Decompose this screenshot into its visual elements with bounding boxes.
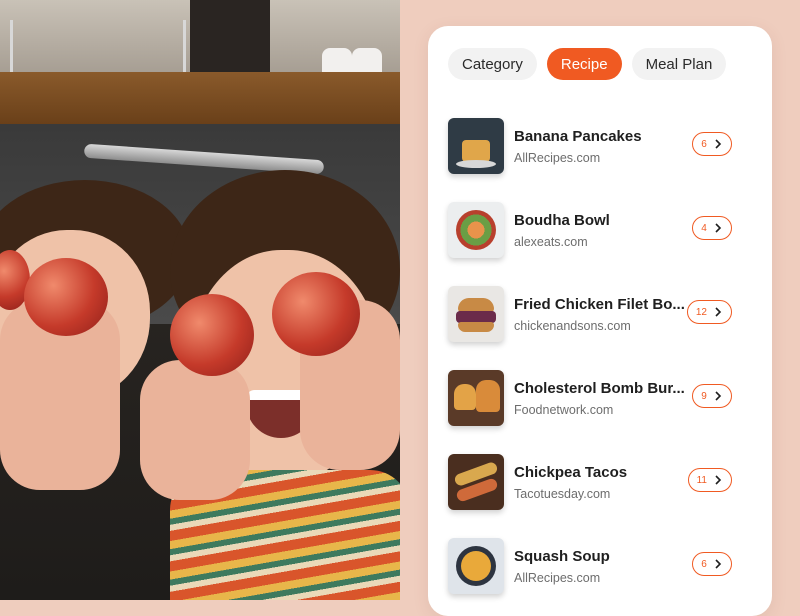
chevron-right-icon bbox=[715, 139, 721, 149]
recipe-thumbnail bbox=[448, 454, 504, 510]
recipe-title: Boudha Bowl bbox=[514, 211, 610, 229]
recipe-row-fried-chicken[interactable]: Fried Chicken Filet Bo... chickenandsons… bbox=[448, 272, 752, 356]
recipe-title: Fried Chicken Filet Bo... bbox=[514, 295, 685, 313]
peach bbox=[24, 258, 108, 336]
recipe-count: 6 bbox=[701, 558, 707, 570]
recipe-source: alexeats.com bbox=[514, 234, 588, 249]
recipe-source: Foodnetwork.com bbox=[514, 402, 614, 417]
recipe-title: Cholesterol Bomb Bur... bbox=[514, 379, 685, 397]
recipe-source: AllRecipes.com bbox=[514, 570, 601, 585]
chevron-right-icon bbox=[715, 391, 721, 401]
recipe-count: 6 bbox=[701, 138, 707, 150]
recipe-card: Category Recipe Meal Plan Banana Pancake… bbox=[428, 26, 772, 616]
recipe-title: Chickpea Tacos bbox=[514, 463, 628, 481]
recipe-source: chickenandsons.com bbox=[514, 318, 631, 333]
recipe-open-button[interactable]: 4 bbox=[692, 216, 732, 240]
recipe-open-button[interactable]: 11 bbox=[687, 468, 732, 492]
tab-category[interactable]: Category bbox=[448, 48, 537, 80]
recipe-thumbnail bbox=[448, 538, 504, 594]
hero-photo bbox=[0, 0, 400, 600]
wooden-shelf bbox=[0, 72, 400, 124]
recipe-open-button[interactable]: 6 bbox=[692, 552, 732, 576]
recipe-count: 12 bbox=[695, 306, 707, 318]
chevron-right-icon bbox=[715, 475, 722, 485]
recipe-title: Banana Pancakes bbox=[514, 127, 642, 145]
recipe-row-boudha-bowl[interactable]: Boudha Bowl alexeats.com 4 bbox=[448, 188, 752, 272]
recipe-thumbnail bbox=[448, 370, 504, 426]
chevron-right-icon bbox=[715, 223, 721, 233]
recipe-row-cholesterol-bomb[interactable]: Cholesterol Bomb Bur... Foodnetwork.com … bbox=[448, 356, 752, 440]
recipe-source: Tacotuesday.com bbox=[514, 486, 611, 501]
recipe-open-button[interactable]: 12 bbox=[686, 300, 732, 324]
recipe-count: 4 bbox=[701, 222, 707, 234]
peach bbox=[170, 294, 254, 376]
peach bbox=[272, 272, 360, 356]
tab-recipe[interactable]: Recipe bbox=[546, 48, 622, 80]
chevron-right-icon bbox=[715, 559, 721, 569]
recipe-open-button[interactable]: 6 bbox=[692, 132, 732, 156]
recipe-count: 9 bbox=[701, 390, 707, 402]
recipe-list: Banana Pancakes AllRecipes.com 6 Boudha … bbox=[448, 104, 752, 608]
dish-rack bbox=[10, 20, 186, 78]
recipe-row-chickpea-tacos[interactable]: Chickpea Tacos Tacotuesday.com 11 bbox=[448, 440, 752, 524]
recipe-row-squash-soup[interactable]: Squash Soup AllRecipes.com 6 bbox=[448, 524, 752, 608]
tab-meal-plan[interactable]: Meal Plan bbox=[631, 48, 727, 80]
tab-bar: Category Recipe Meal Plan bbox=[448, 48, 727, 80]
recipe-count: 11 bbox=[696, 474, 707, 486]
recipe-thumbnail bbox=[448, 202, 504, 258]
recipe-title: Squash Soup bbox=[514, 547, 610, 565]
chevron-right-icon bbox=[715, 307, 722, 317]
recipe-thumbnail bbox=[448, 286, 504, 342]
hand bbox=[140, 360, 250, 500]
recipe-open-button[interactable]: 9 bbox=[692, 384, 732, 408]
recipe-source: AllRecipes.com bbox=[514, 150, 601, 165]
recipe-thumbnail bbox=[448, 118, 504, 174]
recipe-row-banana-pancakes[interactable]: Banana Pancakes AllRecipes.com 6 bbox=[448, 104, 752, 188]
